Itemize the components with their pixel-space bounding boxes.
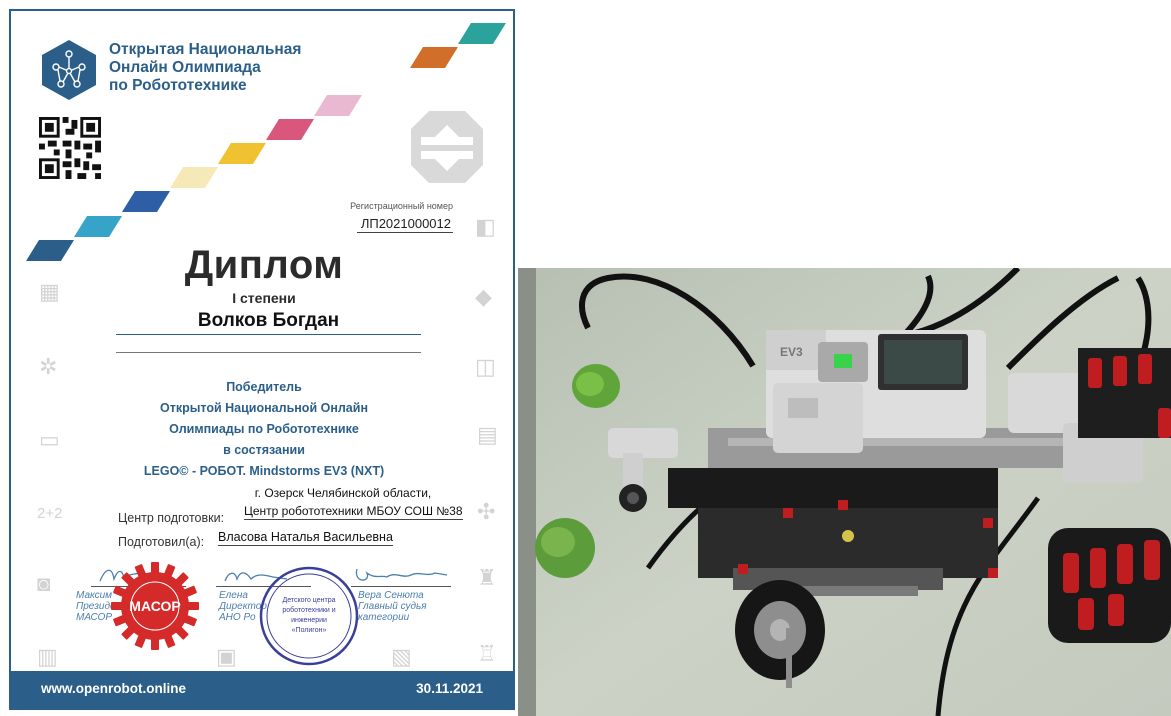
student-name: Волков Богдан	[116, 310, 421, 335]
scratch-cat-icon: ✲	[39, 354, 58, 379]
seal-red-text: МАСОР	[129, 598, 180, 614]
ruler-icon: ◫	[475, 354, 496, 379]
seal-blue-line: робототехники и	[282, 606, 335, 614]
seal-blue-line: «Полигон»	[292, 627, 327, 634]
seal-blue-line: Детского центра	[283, 597, 336, 604]
winner-line: в состязании	[223, 443, 305, 457]
org-name-line: Онлайн Олимпиада	[109, 59, 261, 76]
blank-line	[116, 352, 421, 353]
signature-block-judge: Вера Сенюта Главный судья категории	[358, 590, 427, 623]
registration-label: Регистрационный номер	[350, 201, 453, 211]
signature-line-text: Главный судья	[358, 601, 427, 612]
robot-icon: ♜	[477, 565, 497, 590]
sensor-icon: ◧	[475, 214, 496, 239]
module-icon: ▣	[216, 644, 237, 669]
chip-icon: ▤	[477, 422, 498, 447]
diploma-certificate: Открытая Национальная Онлайн Олимпиада п…	[9, 9, 515, 710]
signature-line	[351, 586, 451, 587]
footer-url: www.openrobot.online	[41, 681, 186, 696]
org-name-line: по Робототехнике	[109, 77, 247, 94]
circuit-board-icon: ▥	[37, 644, 58, 669]
center-city: г. Озерск Челябинской области,	[254, 486, 432, 500]
ev3-robot-image: EV3	[518, 268, 1171, 716]
diploma-title: Диплом	[184, 243, 344, 287]
diploma-degree: I степени	[232, 290, 296, 306]
center-label: Центр подготовки:	[118, 511, 225, 525]
seal-blue-line: инженерии	[291, 617, 327, 624]
org-name-line: Открытая Национальная	[109, 41, 302, 58]
winner-line: Олимпиады по Робототехнике	[169, 422, 359, 436]
certificate-footer: www.openrobot.online 30.11.2021	[11, 671, 513, 708]
lego-brick-icon: ▦	[39, 279, 60, 304]
math-icon: 2+2	[37, 505, 63, 522]
olympiad-logo-icon	[42, 40, 96, 100]
center-value: Центр робототехники МБОУ СОШ №38	[244, 504, 463, 520]
masor-seal-icon: МАСОР	[111, 562, 199, 650]
winner-description: Победитель Открытой Национальной Онлайн …	[11, 377, 513, 482]
gear-module-icon: ▧	[391, 644, 412, 669]
tool-icon: ◆	[475, 284, 492, 309]
winner-line: Открытой Национальной Онлайн	[159, 401, 368, 415]
drone-icon: ✣	[477, 499, 496, 524]
robot-arm-icon: ♖	[477, 641, 497, 666]
prepared-by-value: Власова Наталья Васильевна	[218, 530, 393, 546]
footer-date: 30.11.2021	[416, 681, 483, 696]
signature-line-text: категории	[358, 612, 410, 623]
ev3-brick-label: EV3	[780, 345, 803, 359]
school-seal-icon: Детского центра робототехники и инженери…	[259, 566, 359, 666]
signature-line-text: Вера Сенюта	[358, 590, 424, 601]
registration-number: ЛП2021000012	[356, 216, 453, 233]
signature-scribble-icon	[355, 568, 448, 581]
qr-code-icon	[39, 117, 101, 179]
winner-line: Победитель	[226, 380, 302, 394]
laptop-icon: ▭	[39, 427, 60, 452]
winner-line: LEGO© - РОБОТ. Mindstorms EV3 (NXT)	[143, 464, 385, 478]
camera-icon: ◙	[37, 571, 51, 596]
org-name: Открытая Национальная Онлайн Олимпиада п…	[109, 41, 339, 95]
prepared-by-label: Подготовил(а):	[118, 535, 205, 549]
robot-photo: EV3	[518, 268, 1171, 716]
